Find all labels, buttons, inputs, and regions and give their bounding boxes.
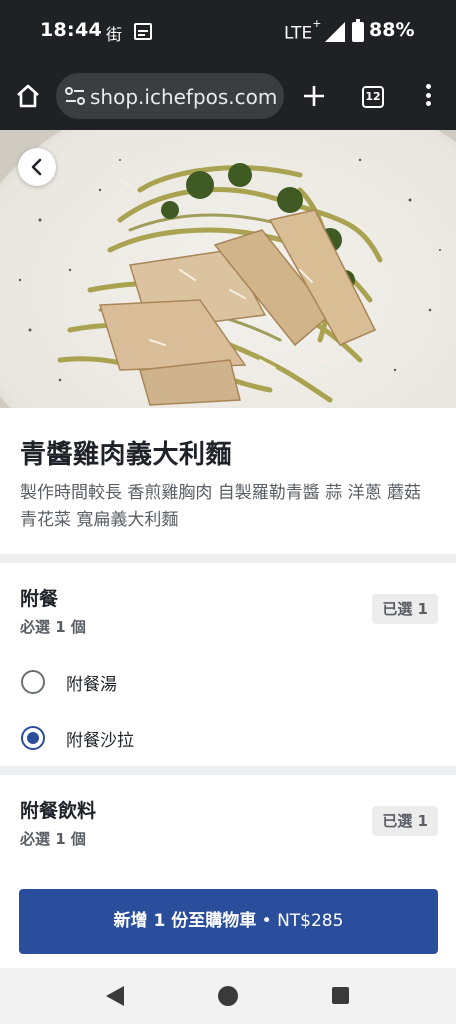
browser-toolbar: shop.ichefpos.com 12 — [0, 64, 456, 130]
group-requirement: 必選 1 個 — [20, 618, 86, 636]
group-requirement: 必選 1 個 — [20, 830, 86, 848]
more-vert-icon[interactable] — [424, 84, 432, 110]
address-bar[interactable]: shop.ichefpos.com — [56, 73, 284, 119]
status-time: 18:44 — [40, 19, 102, 41]
dish-description: 製作時間較長 香煎雞胸肉 自製羅勒青醬 蒜 洋蔥 蘑菇 青花菜 寬扁義大利麵 — [20, 483, 422, 530]
selected-count-badge: 已選 1 — [372, 594, 438, 624]
cart-footer: 新增 1 份至購物車 • NT$285 — [0, 870, 456, 968]
battery-percent: 88% — [369, 19, 415, 41]
dish-name: 青醬雞肉義大利麵 — [20, 440, 233, 470]
group-title: 附餐 — [20, 588, 59, 610]
section-divider — [0, 554, 456, 563]
battery-icon — [352, 19, 364, 42]
system-nav-bar — [0, 968, 456, 1024]
selected-count-badge: 已選 1 — [372, 806, 438, 836]
dish-photo — [0, 130, 456, 408]
back-button[interactable] — [18, 148, 56, 186]
option-salad[interactable]: 附餐沙拉 — [0, 712, 456, 764]
option-group-side: 附餐 必選 1 個 已選 1 — [0, 584, 456, 654]
notification-icon — [134, 23, 152, 40]
cart-price: NT$285 — [277, 911, 344, 931]
carrier-glyph: 街 — [106, 25, 123, 44]
network-type: LTE+ — [284, 17, 321, 44]
option-group-drink[interactable]: 附餐飲料 必選 1 個 已選 1 — [0, 796, 456, 866]
home-icon[interactable] — [14, 82, 42, 110]
nav-home-icon[interactable] — [218, 986, 238, 1006]
dish-illustration — [0, 130, 456, 408]
group-title: 附餐飲料 — [20, 800, 97, 822]
network-label: LTE — [284, 23, 313, 44]
radio-button-checked[interactable] — [21, 726, 45, 750]
site-settings-icon[interactable] — [64, 86, 86, 106]
radio-button[interactable] — [21, 670, 45, 694]
dish-info: 青醬雞肉義大利麵 製作時間較長 香煎雞胸肉 自製羅勒青醬 蒜 洋蔥 蘑菇 青花菜… — [0, 408, 456, 554]
price-separator: • — [256, 911, 278, 931]
option-label[interactable]: 附餐湯 — [66, 670, 117, 695]
section-divider — [0, 766, 456, 775]
option-label[interactable]: 附餐沙拉 — [66, 726, 134, 751]
plus-icon[interactable] — [302, 84, 326, 108]
option-soup[interactable]: 附餐湯 — [0, 656, 456, 708]
nav-back-icon[interactable] — [106, 986, 124, 1006]
add-to-cart-label: 新增 1 份至購物車 — [113, 911, 257, 931]
status-bar: 18:44 街 LTE+ 88% — [0, 0, 456, 64]
tabs-icon[interactable]: 12 — [362, 86, 384, 108]
network-plus: + — [312, 17, 322, 30]
nav-recents-icon[interactable] — [332, 987, 349, 1004]
signal-icon — [325, 22, 345, 42]
chevron-left-icon — [31, 158, 42, 176]
url-text[interactable]: shop.ichefpos.com — [90, 85, 277, 109]
add-to-cart-button[interactable]: 新增 1 份至購物車 • NT$285 — [19, 889, 438, 954]
